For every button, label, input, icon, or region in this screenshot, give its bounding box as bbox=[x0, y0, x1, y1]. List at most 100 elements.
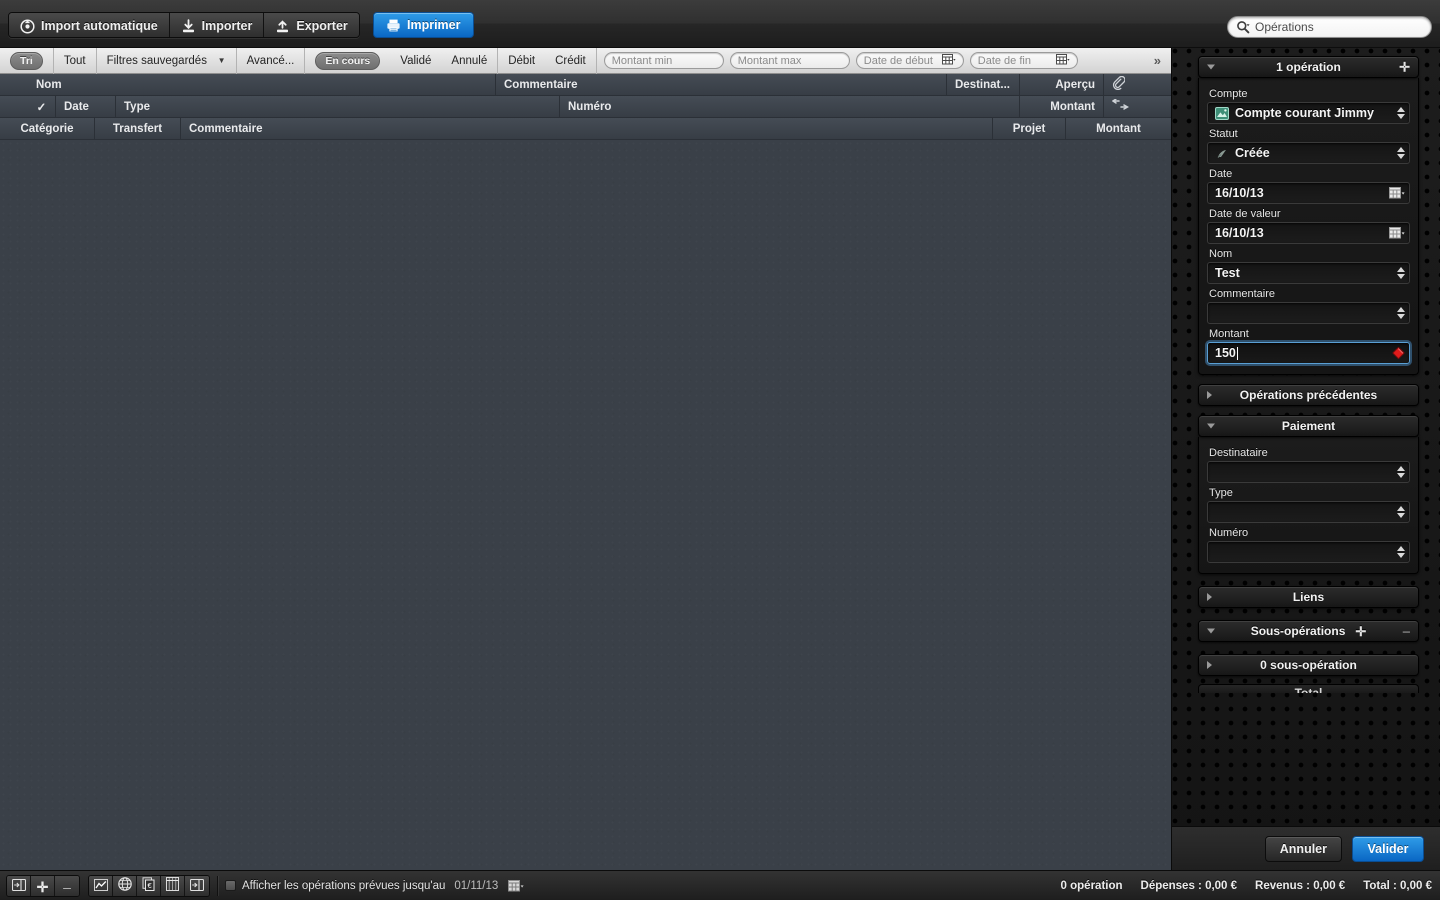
nom-stepper[interactable] bbox=[1397, 267, 1405, 279]
disclosure-triangle-down-icon[interactable] bbox=[1207, 628, 1215, 634]
add-operation-button[interactable]: ✛ bbox=[1399, 61, 1410, 74]
status-filter-annule[interactable]: Annulé bbox=[441, 47, 499, 74]
disclosure-triangle-right-icon[interactable] bbox=[1207, 391, 1212, 399]
numero-input[interactable] bbox=[1207, 541, 1410, 563]
import-button[interactable]: Importer bbox=[169, 13, 265, 37]
amount-max-input[interactable]: Montant max bbox=[729, 52, 850, 69]
calendar-icon[interactable] bbox=[508, 879, 524, 892]
date-start-input[interactable]: Date de début bbox=[855, 52, 964, 69]
column-header-transfert[interactable]: Transfert bbox=[95, 118, 181, 139]
forecast-date-value[interactable]: 01/11/13 bbox=[454, 880, 498, 892]
expand-filters-button[interactable]: » bbox=[1144, 48, 1171, 74]
label-destinataire: Destinataire bbox=[1209, 447, 1268, 459]
add-button[interactable]: ✛ bbox=[31, 875, 55, 896]
section-suboperations-title: Sous-opérations bbox=[1250, 624, 1346, 638]
sidebar-footer: Annuler Valider bbox=[1171, 826, 1440, 870]
column-header-commentaire[interactable]: Commentaire bbox=[496, 74, 947, 95]
statut-select[interactable]: Créée bbox=[1207, 142, 1410, 164]
type-stepper[interactable] bbox=[1397, 506, 1405, 518]
disclosure-triangle-right-icon[interactable] bbox=[1207, 661, 1212, 669]
column-header-transfer[interactable] bbox=[1104, 96, 1171, 117]
filter-credit-button[interactable]: Crédit bbox=[545, 47, 597, 74]
section-operation-header[interactable]: 1 opération ✛ bbox=[1198, 56, 1419, 78]
chart-button[interactable] bbox=[89, 875, 113, 896]
sidebar-scroll-region[interactable]: 1 opération ✛ Compte Compte courant Jimm… bbox=[1172, 48, 1440, 814]
saved-filters-dropdown[interactable]: Filtres sauvegardés ▼ bbox=[97, 47, 237, 74]
export-button[interactable]: Exporter bbox=[264, 13, 359, 37]
column-header-montant[interactable]: Montant bbox=[1020, 96, 1104, 117]
disclosure-triangle-down-icon[interactable] bbox=[1207, 423, 1215, 429]
search-input[interactable]: Opérations bbox=[1227, 16, 1432, 38]
type-input[interactable] bbox=[1207, 501, 1410, 523]
calendar-icon[interactable] bbox=[1055, 53, 1070, 68]
label-statut: Statut bbox=[1209, 128, 1238, 140]
calendar-icon[interactable] bbox=[1389, 227, 1405, 239]
currency-button[interactable]: € bbox=[137, 875, 161, 896]
destinataire-stepper[interactable] bbox=[1397, 466, 1405, 478]
label-numero: Numéro bbox=[1209, 527, 1249, 539]
section-total-cutoff[interactable]: Total bbox=[1198, 684, 1419, 693]
column-header-checkmark[interactable]: ✓ bbox=[28, 96, 56, 117]
montant-input[interactable]: 150 bbox=[1207, 342, 1410, 364]
compte-select[interactable]: Compte courant Jimmy bbox=[1207, 102, 1410, 124]
column-header-categorie[interactable]: Catégorie bbox=[0, 118, 95, 139]
auto-import-button[interactable]: Import automatique bbox=[9, 13, 170, 37]
filter-all-button[interactable]: Tout bbox=[54, 47, 97, 74]
print-button[interactable]: Imprimer bbox=[373, 12, 474, 38]
column-header-projet[interactable]: Projet bbox=[993, 118, 1066, 139]
section-suboperations-count-header[interactable]: 0 sous-opération bbox=[1198, 654, 1419, 676]
section-operation-body: Compte Compte courant Jimmy Statut Créée bbox=[1198, 78, 1419, 375]
date-end-input[interactable]: Date de fin bbox=[969, 52, 1078, 69]
section-suboperations-header[interactable]: Sous-opérations ✛ – bbox=[1198, 620, 1419, 642]
section-links-header[interactable]: Liens bbox=[1198, 586, 1419, 608]
column-header-montant-sub[interactable]: Montant bbox=[1066, 118, 1171, 139]
column-header-destinataire-label: Destinat... bbox=[955, 78, 1010, 91]
filter-debit-button[interactable]: Débit bbox=[498, 48, 545, 74]
date-input[interactable]: 16/10/13 bbox=[1207, 182, 1410, 204]
column-header-numero[interactable]: Numéro bbox=[560, 96, 1020, 117]
web-button[interactable] bbox=[113, 875, 137, 896]
text-caret bbox=[1236, 346, 1238, 360]
nom-value: Test bbox=[1215, 266, 1240, 280]
section-previous-operations-header[interactable]: Opérations précédentes bbox=[1198, 384, 1419, 406]
calendar-icon[interactable] bbox=[1389, 187, 1405, 199]
status-filter-valide[interactable]: Validé bbox=[390, 48, 441, 74]
disclosure-triangle-right-icon[interactable] bbox=[1207, 593, 1212, 601]
column-header-date[interactable]: Date bbox=[56, 96, 116, 117]
view-toggle-button[interactable] bbox=[7, 875, 31, 896]
numero-stepper[interactable] bbox=[1397, 546, 1405, 558]
compte-stepper[interactable] bbox=[1397, 107, 1405, 119]
destinataire-input[interactable] bbox=[1207, 461, 1410, 483]
amount-min-input[interactable]: Montant min bbox=[603, 52, 724, 69]
commentaire-input[interactable] bbox=[1207, 302, 1410, 324]
validate-button[interactable]: Valider bbox=[1352, 835, 1424, 862]
sort-button[interactable]: Tri bbox=[0, 47, 54, 74]
remove-suboperation-button[interactable]: – bbox=[1403, 625, 1410, 638]
section-payment-header[interactable]: Paiement bbox=[1198, 415, 1419, 437]
date-valeur-input[interactable]: 16/10/13 bbox=[1207, 222, 1410, 244]
report-button[interactable] bbox=[161, 875, 185, 896]
column-header-nom[interactable]: Nom bbox=[28, 74, 496, 95]
add-suboperation-button[interactable]: ✛ bbox=[1355, 625, 1366, 638]
show-forecast-checkbox[interactable] bbox=[225, 880, 236, 891]
column-header-attachment[interactable] bbox=[1104, 74, 1171, 95]
nom-input[interactable]: Test bbox=[1207, 262, 1410, 284]
column-header-categorie-label: Catégorie bbox=[20, 122, 74, 135]
status-filter-en-cours[interactable]: En cours bbox=[305, 48, 390, 74]
column-header-type[interactable]: Type bbox=[116, 96, 560, 117]
column-header-commentaire-sub[interactable]: Commentaire bbox=[181, 118, 993, 139]
operations-list[interactable] bbox=[0, 140, 1171, 870]
commentaire-stepper[interactable] bbox=[1397, 307, 1405, 319]
column-header-destinataire[interactable]: Destinat... bbox=[947, 74, 1020, 95]
column-header-transfert-label: Transfert bbox=[112, 122, 163, 135]
split-button[interactable] bbox=[185, 875, 209, 896]
statut-stepper[interactable] bbox=[1397, 147, 1405, 159]
date-value: 16/10/13 bbox=[1215, 186, 1264, 200]
remove-button[interactable]: – bbox=[55, 875, 79, 896]
column-header-apercu[interactable]: Aperçu bbox=[1020, 74, 1104, 95]
cancel-button[interactable]: Annuler bbox=[1264, 835, 1342, 862]
export-label: Exporter bbox=[296, 19, 348, 33]
calendar-icon[interactable] bbox=[941, 53, 956, 68]
disclosure-triangle-down-icon[interactable] bbox=[1207, 64, 1215, 70]
advanced-filter-button[interactable]: Avancé... bbox=[237, 47, 306, 74]
